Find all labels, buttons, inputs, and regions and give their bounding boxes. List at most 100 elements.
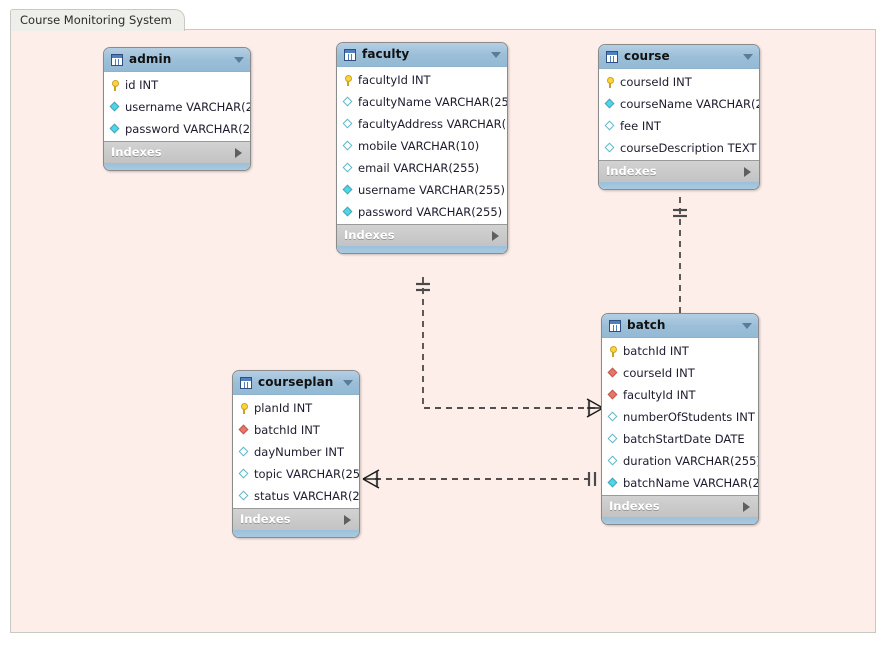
- table-icon: [240, 376, 252, 389]
- table-column[interactable]: status VARCHAR(255): [233, 485, 359, 507]
- column-label: courseId INT: [620, 75, 692, 89]
- table-title: faculty: [362, 47, 410, 61]
- table-node-faculty[interactable]: faculty facultyId INT facultyName VARCHAR(…: [336, 42, 508, 254]
- chevron-down-icon[interactable]: [343, 379, 353, 386]
- table-column[interactable]: dayNumber INT: [233, 441, 359, 463]
- table-column[interactable]: id INT: [104, 74, 250, 96]
- table-column[interactable]: email VARCHAR(255): [337, 157, 507, 179]
- table-title: course: [624, 49, 670, 63]
- table-column[interactable]: password VARCHAR(255): [337, 201, 507, 223]
- table-node-batch[interactable]: batch batchId INT courseId INT facultyId IN…: [601, 313, 759, 525]
- chevron-right-icon[interactable]: [235, 147, 242, 158]
- column-label: mobile VARCHAR(10): [358, 139, 480, 153]
- column-icon: [239, 469, 250, 480]
- column-label: password VARCHAR(255): [125, 122, 251, 136]
- table-base-strip: [104, 163, 250, 170]
- table-column[interactable]: batchId INT: [233, 419, 359, 441]
- table-columns-batch: batchId INT courseId INT facultyId INT numb…: [602, 338, 758, 495]
- indexed-column-icon: [605, 99, 616, 110]
- primary-key-icon: [608, 345, 619, 357]
- column-label: batchStartDate DATE: [623, 432, 745, 446]
- table-column[interactable]: planId INT: [233, 397, 359, 419]
- column-label: duration VARCHAR(255): [623, 454, 759, 468]
- table-header-faculty[interactable]: faculty: [337, 43, 507, 67]
- table-title: admin: [129, 52, 172, 66]
- column-label: facultyId INT: [358, 73, 431, 87]
- table-column[interactable]: courseName VARCHAR(255): [599, 93, 759, 115]
- indexes-label: Indexes: [111, 145, 162, 159]
- edge-batch-courseplan: [362, 469, 597, 489]
- chevron-down-icon[interactable]: [234, 56, 244, 63]
- table-column[interactable]: courseId INT: [602, 362, 758, 384]
- table-header-courseplan[interactable]: courseplan: [233, 371, 359, 395]
- document-tab[interactable]: Course Monitoring System: [10, 9, 185, 31]
- column-label: courseId INT: [623, 366, 695, 380]
- table-column[interactable]: username VARCHAR(255): [104, 96, 250, 118]
- table-icon: [609, 319, 621, 332]
- table-base-strip: [599, 182, 759, 189]
- table-column[interactable]: batchId INT: [602, 340, 758, 362]
- edge-faculty-batch: [416, 277, 604, 418]
- table-column[interactable]: batchName VARCHAR(255): [602, 472, 758, 494]
- er-diagram-app: Course Monitoring System admin id INT us…: [0, 0, 886, 646]
- indexes-row-course[interactable]: Indexes: [599, 160, 759, 182]
- column-label: courseName VARCHAR(255): [620, 97, 759, 111]
- column-label: courseDescription TEXT: [620, 141, 757, 155]
- table-column[interactable]: facultyName VARCHAR(255): [337, 91, 507, 113]
- table-base-strip: [233, 530, 359, 537]
- chevron-right-icon[interactable]: [743, 501, 750, 512]
- table-header-batch[interactable]: batch: [602, 314, 758, 338]
- indexed-column-icon: [608, 478, 619, 489]
- table-column[interactable]: courseDescription TEXT: [599, 137, 759, 159]
- table-node-course[interactable]: course courseId INT courseName VARCHAR(255…: [598, 44, 760, 190]
- chevron-right-icon[interactable]: [492, 230, 499, 241]
- table-header-admin[interactable]: admin: [104, 48, 250, 72]
- table-column[interactable]: username VARCHAR(255): [337, 179, 507, 201]
- column-icon: [239, 491, 250, 502]
- column-icon: [608, 434, 619, 445]
- column-label: batchId INT: [254, 423, 320, 437]
- table-column[interactable]: facultyId INT: [602, 384, 758, 406]
- primary-key-icon: [110, 79, 121, 91]
- chevron-down-icon[interactable]: [491, 51, 501, 58]
- table-column[interactable]: duration VARCHAR(255): [602, 450, 758, 472]
- indexes-row-courseplan[interactable]: Indexes: [233, 508, 359, 530]
- column-icon: [605, 143, 616, 154]
- table-column[interactable]: mobile VARCHAR(10): [337, 135, 507, 157]
- indexed-column-icon: [110, 124, 121, 135]
- table-column[interactable]: numberOfStudents INT: [602, 406, 758, 428]
- chevron-right-icon[interactable]: [344, 514, 351, 525]
- indexes-label: Indexes: [609, 499, 660, 513]
- chevron-down-icon[interactable]: [743, 53, 753, 60]
- indexes-label: Indexes: [344, 228, 395, 242]
- indexes-row-faculty[interactable]: Indexes: [337, 224, 507, 246]
- column-label: dayNumber INT: [254, 445, 345, 459]
- diagram-canvas[interactable]: admin id INT username VARCHAR(255) password…: [10, 29, 876, 633]
- primary-key-icon: [343, 74, 354, 86]
- table-column[interactable]: facultyId INT: [337, 69, 507, 91]
- table-header-course[interactable]: course: [599, 45, 759, 69]
- table-columns-admin: id INT username VARCHAR(255) password VARC…: [104, 72, 250, 141]
- table-column[interactable]: password VARCHAR(255): [104, 118, 250, 140]
- table-title: courseplan: [258, 375, 334, 389]
- foreign-key-icon: [608, 368, 619, 379]
- table-column[interactable]: batchStartDate DATE: [602, 428, 758, 450]
- indexed-column-icon: [110, 102, 121, 113]
- indexes-row-admin[interactable]: Indexes: [104, 141, 250, 163]
- column-icon: [608, 456, 619, 467]
- table-node-courseplan[interactable]: courseplan planId INT batchId INT dayNumber…: [232, 370, 360, 538]
- chevron-down-icon[interactable]: [742, 322, 752, 329]
- indexed-column-icon: [343, 207, 354, 218]
- table-column[interactable]: facultyAddress VARCHAR(255): [337, 113, 507, 135]
- table-column[interactable]: fee INT: [599, 115, 759, 137]
- table-column[interactable]: courseId INT: [599, 71, 759, 93]
- indexes-row-batch[interactable]: Indexes: [602, 495, 758, 517]
- table-node-admin[interactable]: admin id INT username VARCHAR(255) password…: [103, 47, 251, 171]
- table-column[interactable]: topic VARCHAR(255): [233, 463, 359, 485]
- table-columns-courseplan: planId INT batchId INT dayNumber INT topic …: [233, 395, 359, 508]
- table-icon: [344, 48, 356, 61]
- chevron-right-icon[interactable]: [744, 166, 751, 177]
- column-label: email VARCHAR(255): [358, 161, 480, 175]
- column-icon: [608, 412, 619, 423]
- column-label: status VARCHAR(255): [254, 489, 360, 503]
